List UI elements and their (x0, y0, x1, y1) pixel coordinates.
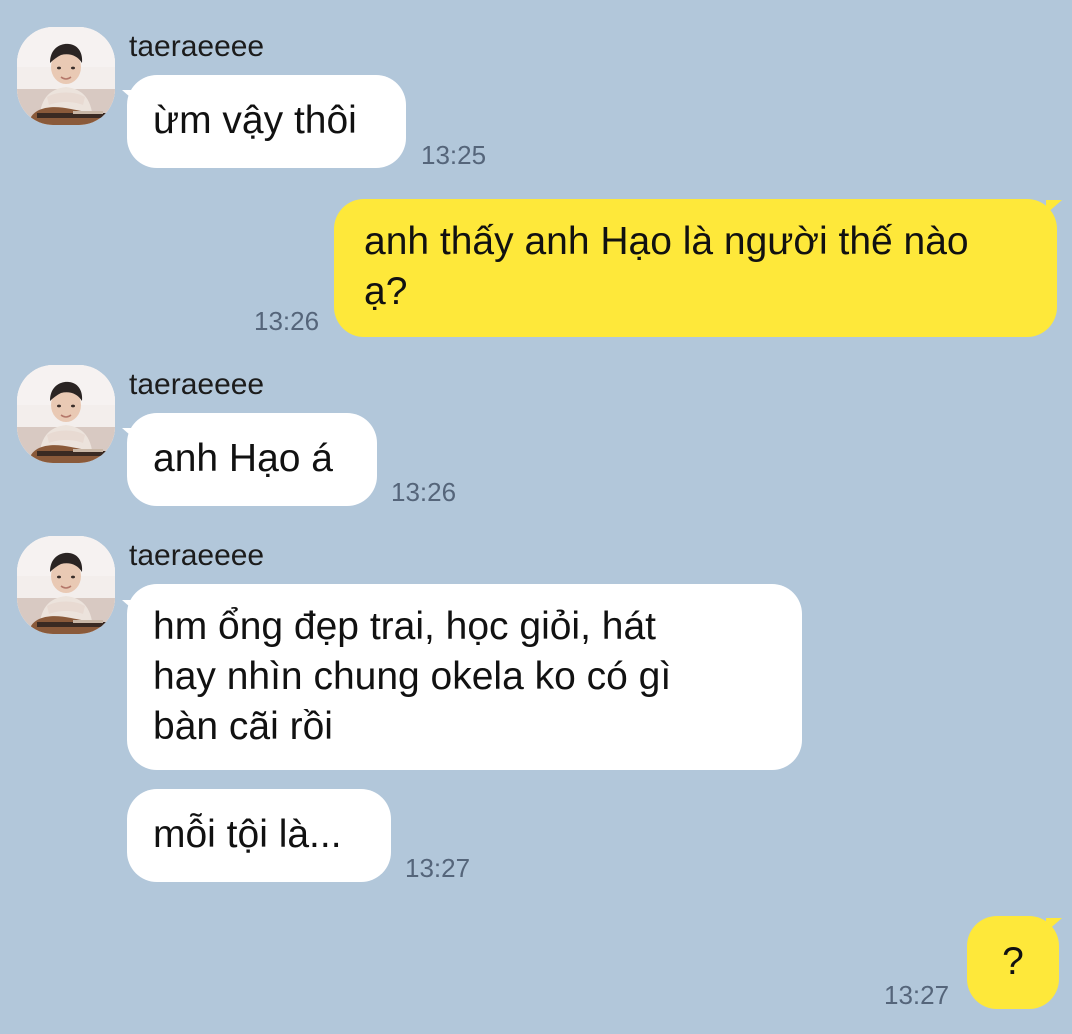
avatar[interactable] (17, 27, 115, 125)
message-text-line: ạ? (364, 270, 408, 313)
avatar-photo-icon (17, 536, 115, 634)
message-timestamp: 13:27 (884, 980, 950, 1010)
sender-name: taeraeeee (129, 30, 265, 63)
avatar[interactable] (17, 536, 115, 634)
message-timestamp: 13:25 (421, 140, 487, 170)
avatar-photo-icon (17, 27, 115, 125)
message-text-line: bàn cãi rồi (153, 705, 333, 748)
message-text: mỗi tội là... (153, 813, 342, 856)
message-bubble[interactable]: hm ổng đẹp trai, học giỏi, hát hay nhìn … (127, 584, 802, 770)
message-text: ừm vậy thôi (153, 99, 357, 142)
message-text-line: anh thấy anh Hạo là người thế nào (364, 220, 969, 263)
message-timestamp: 13:27 (405, 853, 471, 883)
message-bubble[interactable]: mỗi tội là... (127, 789, 391, 882)
message-bubble[interactable]: ừm vậy thôi (127, 75, 406, 168)
message-bubble[interactable]: anh Hạo á (127, 413, 377, 506)
message-timestamp: 13:26 (391, 477, 457, 507)
message-text-line: hm ổng đẹp trai, học giỏi, hát (153, 605, 656, 648)
avatar[interactable] (17, 365, 115, 463)
avatar-photo-icon (17, 365, 115, 463)
message-text: anh Hạo á (153, 437, 333, 480)
sender-name: taeraeeee (129, 368, 265, 401)
message-bubble[interactable]: ? (967, 916, 1059, 1009)
sender-name: taeraeeee (129, 539, 265, 572)
message-timestamp: 13:26 (254, 306, 320, 336)
message-bubble[interactable]: anh thấy anh Hạo là người thế nào ạ? (334, 199, 1057, 337)
message-text: ? (1002, 940, 1024, 983)
message-text-line: hay nhìn chung okela ko có gì (153, 655, 672, 698)
